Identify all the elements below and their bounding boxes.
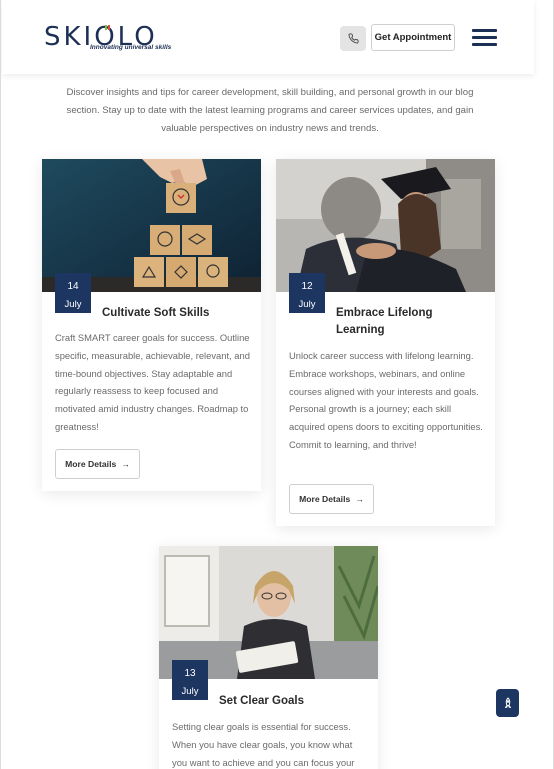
logo-accent-mark [105,25,112,30]
more-details-label: More Details [65,459,117,469]
blog-card: 13 July Set Clear Goals Setting clear go… [159,546,378,769]
blog-card: 12 July Embrace Lifelong Learning Unlock… [276,159,495,526]
arrow-right-icon: → [121,459,130,469]
site-header: SKIOLO Innovating universal skills Get A… [2,0,534,74]
post-date-badge: 14 July [55,273,91,313]
hamburger-menu-icon[interactable] [472,29,497,47]
more-details-button[interactable]: More Details → [55,449,140,479]
logo[interactable]: SKIOLO Innovating universal skills [44,22,174,56]
rocket-icon [504,697,511,708]
post-title[interactable]: Embrace Lifelong Learning [336,305,456,339]
post-excerpt: Setting clear goals is essential for suc… [172,721,355,768]
more-details-button[interactable]: More Details → [289,484,374,514]
post-date-badge: 12 July [289,273,325,313]
page-frame: SKIOLO Innovating universal skills Get A… [0,0,554,769]
blog-card: 14 July Cultivate Soft Skills Craft SMAR… [42,159,261,491]
get-appointment-button[interactable]: Get Appointment [371,24,455,51]
more-details-label: More Details [299,494,351,504]
arrow-right-icon: → [355,494,364,504]
post-date-badge: 13 July [172,660,208,700]
phone-icon [348,33,359,44]
post-title[interactable]: Cultivate Soft Skills [102,305,252,322]
blog-intro-text: Discover insights and tips for career de… [66,87,474,134]
scroll-top-button[interactable] [496,689,519,717]
post-excerpt: Craft SMART career goals for success. Ou… [55,332,250,432]
logo-tagline: Innovating universal skills [90,44,172,51]
phone-button[interactable] [340,26,366,51]
post-excerpt: Unlock career success with lifelong lear… [289,350,483,450]
post-title[interactable]: Set Clear Goals [219,693,369,710]
